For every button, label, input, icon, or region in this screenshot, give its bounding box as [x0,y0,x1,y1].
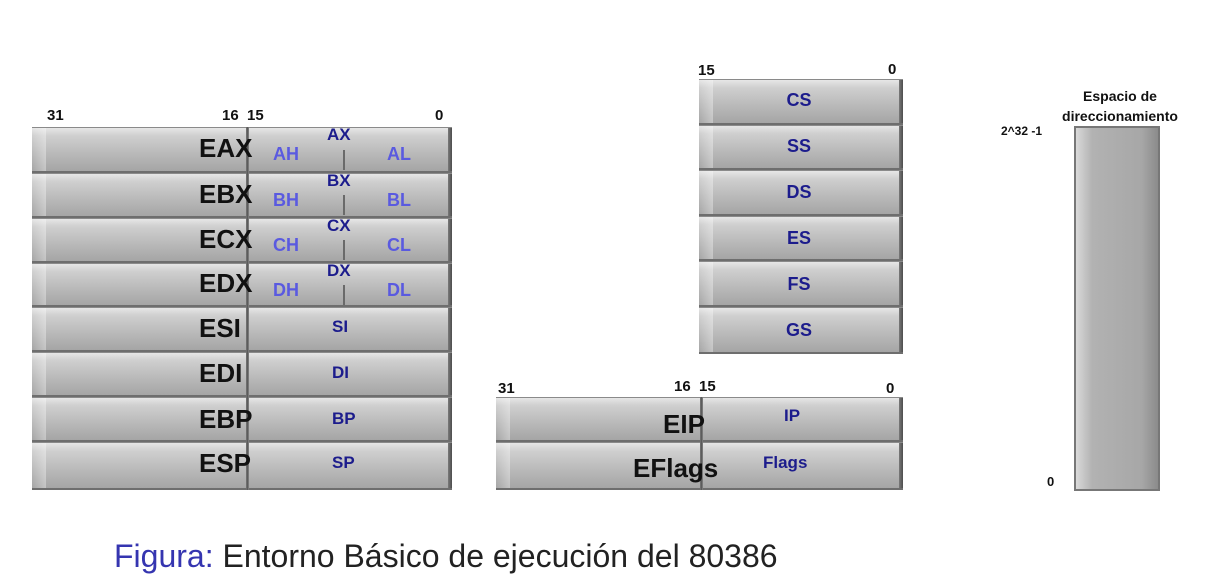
figure-caption-text: Entorno Básico de ejecución del 80386 [222,538,778,574]
register-ecx-label: ECX [199,224,253,254]
register-ds-label: DS [786,182,812,202]
bar-endcap [448,264,452,305]
bar-endcap [899,171,903,214]
register-cl-label: CL [387,235,411,255]
bar-endcap [899,443,903,488]
split-divider [246,352,249,397]
bar-endcap [448,128,452,171]
register-dl-label: DL [387,280,411,300]
bar-endcap [899,217,903,259]
register-cs-label: CS [786,90,812,110]
gp-bit-15-label: 15 [247,107,264,124]
seg-bit-15-label: 15 [698,62,715,79]
register-cx-label: CX [327,216,351,235]
register-esp-label: ESP [199,448,252,478]
register-bp-label: BP [332,409,356,428]
register-es-label: ES [786,228,811,248]
register-ah-label: AH [273,144,299,164]
register-dx-label: DX [327,261,351,280]
seg-bit-0-label: 0 [888,61,897,78]
register-ip-label: IP [784,406,801,425]
register-eflags-label: EFlags [633,453,719,483]
figure-caption: Figura: Entorno Básico de ejecución del … [114,538,778,575]
bar-endcap [448,174,452,216]
address-max-label: 2^32 -1 [1001,124,1043,138]
byte-divider-tick [343,195,345,215]
gp-bit-31-label: 31 [47,107,64,124]
register-ss-label: SS [786,136,811,156]
bar-endcap [448,308,452,350]
register-flags-label: Flags [763,453,808,472]
bar-endcap [899,80,903,123]
bar-endcap [448,353,452,395]
register-gs-label: GS [785,320,812,340]
register-ebx-label: EBX [199,179,253,209]
register-esi-label: ESI [199,313,241,343]
bar-endcap [448,443,452,488]
ip-bit-31-label: 31 [498,380,515,397]
register-al-label: AL [387,144,411,164]
register-esi-bar [32,307,452,352]
byte-divider-tick [343,285,345,305]
address-min-label: 0 [1047,474,1055,489]
register-si-label: SI [332,317,349,336]
bar-endcap [899,308,903,352]
register-ebp-label: EBP [199,404,253,434]
bar-endcap [448,398,452,440]
register-edi-label: EDI [199,358,243,388]
split-divider [246,307,249,352]
bar-endcap [899,126,903,168]
bar-endcap [899,398,903,440]
register-fs-label: FS [787,274,811,294]
register-bl-label: BL [387,190,411,210]
bar-endcap [448,219,452,261]
address-space-title: Espacio de direccionamiento [1040,86,1200,126]
address-space-title-line1: Espacio de [1083,88,1157,104]
ip-bit-0-label: 0 [886,380,895,397]
register-edx-label: EDX [199,268,253,298]
register-bh-label: BH [273,190,299,210]
register-dh-label: DH [273,280,299,300]
address-space-bar [1074,126,1160,491]
byte-divider-tick [343,240,345,260]
gp-bit-0-label: 0 [435,107,444,124]
ip-bit-16-label: 16 [674,378,691,395]
register-ch-label: CH [273,235,299,255]
register-sp-label: SP [332,453,355,472]
gp-bit-16-label: 16 [222,107,239,124]
figure-caption-label: Figura: [114,538,214,574]
address-space-title-line2: direccionamiento [1062,108,1178,124]
register-di-label: DI [332,363,349,382]
byte-divider-tick [343,150,345,170]
register-bx-label: BX [327,171,351,190]
register-ax-label: AX [327,125,351,144]
register-eip-label: EIP [663,409,705,439]
bar-endcap [899,262,903,305]
ip-bit-15-label: 15 [699,378,716,395]
register-eax-label: EAX [199,133,253,163]
